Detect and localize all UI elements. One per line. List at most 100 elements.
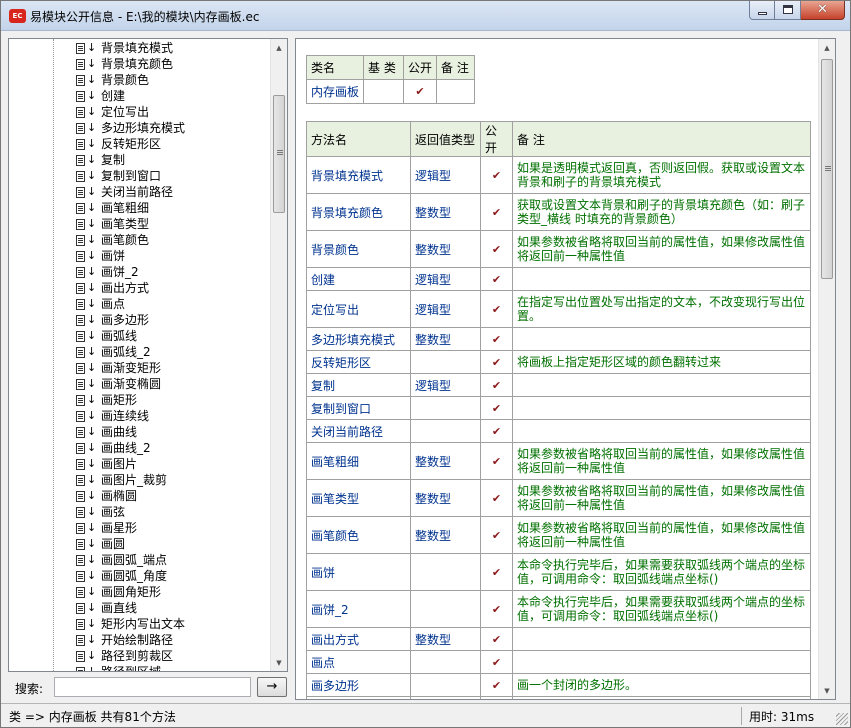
tree-item[interactable]: ↓ 画椭圆 (75, 488, 137, 504)
tree-item[interactable]: ↓ 画连续线 (75, 408, 149, 424)
tree-item[interactable]: ↓ 画弧线_2 (75, 344, 151, 360)
class-info-table: 类名 基 类 公开 备 注 内存画板 ✔ (306, 55, 475, 104)
method-header-note: 备 注 (512, 121, 811, 157)
tree-item[interactable]: ↓ 画笔粗细 (75, 200, 149, 216)
detail-scroll-thumb[interactable] (821, 59, 833, 279)
tree-item[interactable]: ↓ 画圆弧_角度 (75, 568, 167, 584)
window-controls: ✕ (749, 1, 845, 21)
method-row[interactable]: 背景填充颜色 整数型 ✔ 获取或设置文本背景和刷子的背景填充颜色（如：刷子类型_横线 … (306, 193, 811, 231)
method-name: 背景填充颜色 (306, 193, 411, 231)
tree-item[interactable]: ↓ 复制 (75, 152, 125, 168)
method-row[interactable]: 画笔颜色 整数型 ✔ 如果参数被省略将取回当前的属性值，如果修改属性值将返回前一种属性… (306, 516, 811, 554)
method-icon: ↓ (75, 137, 97, 151)
resize-grip-icon[interactable] (836, 713, 848, 725)
method-icon: ↓ (75, 633, 97, 647)
tree-item[interactable]: ↓ 画饼 (75, 248, 125, 264)
method-row[interactable]: 复制到窗口 ✔ (306, 396, 811, 420)
method-note (512, 650, 811, 674)
tree-item[interactable]: ↓ 画曲线_2 (75, 440, 151, 456)
method-tree[interactable]: ↓ 背景填充模式 ↓ 背景填充颜色 ↓ 背景颜色 ↓ 创建 ↓ 定位写出 ↓ 多边形填充模式 ↓ 反转矩形… (9, 39, 272, 671)
method-row[interactable]: 反转矩形区 ✔ 将画板上指定矩形区域的颜色翻转过来 (306, 350, 811, 374)
tree-item[interactable]: ↓ 画饼_2 (75, 264, 139, 280)
method-row[interactable]: 画点 ✔ (306, 650, 811, 674)
tree-item[interactable]: ↓ 画星形 (75, 520, 137, 536)
tree-item[interactable]: ↓ 画笔颜色 (75, 232, 149, 248)
method-note (512, 627, 811, 651)
tree-item[interactable]: ↓ 画渐变矩形 (75, 360, 161, 376)
method-table-header: 方法名 返回值类型 公开 备 注 (306, 121, 811, 157)
tree-item[interactable]: ↓ 开始绘制路径 (75, 632, 173, 648)
tree-item[interactable]: ↓ 关闭当前路径 (75, 184, 173, 200)
search-go-button[interactable]: → (257, 677, 287, 697)
tree-item[interactable]: ↓ 画笔类型 (75, 216, 149, 232)
method-icon: ↓ (75, 409, 97, 423)
method-row[interactable]: 画弧线 ✔本命令执行完毕后，如果需要获取弧线两个端点的坐标值，可调用命令：取回弧线… (306, 696, 811, 699)
tree-item[interactable]: ↓ 画出方式 (75, 280, 149, 296)
method-row[interactable]: 画饼 ✔ 本命令执行完毕后，如果需要获取弧线两个端点的坐标值，可调用命令：取回弧线端… (306, 553, 811, 591)
tree-item[interactable]: ↓ 创建 (75, 88, 125, 104)
tree-item[interactable]: ↓ 路径到剪裁区 (75, 648, 173, 664)
method-name: 画出方式 (306, 627, 411, 651)
tree-item-label: 背景填充模式 (101, 41, 174, 55)
tree-scroll-thumb[interactable] (273, 95, 285, 213)
method-icon: ↓ (75, 233, 97, 247)
tree-item[interactable]: ↓ 定位写出 (75, 104, 149, 120)
tree-item[interactable]: ↓ 画曲线 (75, 424, 137, 440)
scroll-up-icon[interactable]: ▲ (819, 39, 835, 56)
method-icon: ↓ (75, 297, 97, 311)
method-row[interactable]: 多边形填充模式 整数型 ✔ (306, 327, 811, 351)
minimize-button[interactable] (749, 1, 775, 20)
tree-item[interactable]: ↓ 画圆角矩形 (75, 584, 161, 600)
method-row[interactable]: 画多边形 ✔ 画一个封闭的多边形。 (306, 673, 811, 697)
method-row[interactable]: 背景填充模式 逻辑型 ✔ 如果是透明模式返回真，否则返回假。获取或设置文本背景和刷子的… (306, 156, 811, 194)
tree-item[interactable]: ↓ 背景填充颜色 (75, 56, 173, 72)
tree-item[interactable]: ↓ 画图片_裁剪 (75, 472, 167, 488)
method-row[interactable]: 画笔类型 整数型 ✔ 如果参数被省略将取回当前的属性值，如果修改属性值将返回前一种属性… (306, 479, 811, 517)
method-row[interactable]: 画饼_2 ✔ 本命令执行完毕后，如果需要获取弧线两个端点的坐标值，可调用命令：取回弧… (306, 590, 811, 628)
tree-item[interactable]: ↓ 画圆弧_端点 (75, 552, 167, 568)
maximize-button[interactable] (775, 1, 801, 20)
search-input[interactable] (54, 677, 251, 697)
method-row[interactable]: 定位写出 逻辑型 ✔ 在指定写出位置处写出指定的文本，不改变现行写出位置。 (306, 290, 811, 328)
tree-item[interactable]: ↓ 画多边形 (75, 312, 149, 328)
tree-item[interactable]: ↓ 多边形填充模式 (75, 120, 185, 136)
tree-item[interactable]: ↓ 画矩形 (75, 392, 137, 408)
method-icon: ↓ (75, 601, 97, 615)
method-row[interactable]: 复制 逻辑型 ✔ (306, 373, 811, 397)
tree-item[interactable]: ↓ 画点 (75, 296, 125, 312)
tree-item[interactable]: ↓ 反转矩形区 (75, 136, 161, 152)
tree-item[interactable]: ↓ 画圆 (75, 536, 125, 552)
method-row[interactable]: 关闭当前路径 ✔ (306, 419, 811, 443)
tree-item[interactable]: ↓ 复制到窗口 (75, 168, 161, 184)
method-row[interactable]: 创建 逻辑型 ✔ (306, 267, 811, 291)
tree-scrollbar[interactable]: ▲ ▼ (270, 39, 287, 671)
tree-item-label: 背景填充颜色 (101, 57, 174, 71)
method-return-type (410, 590, 481, 628)
tree-item[interactable]: ↓ 画弦 (75, 504, 125, 520)
tree-item[interactable]: ↓ 画渐变椭圆 (75, 376, 161, 392)
method-row[interactable]: 画笔粗细 整数型 ✔ 如果参数被省略将取回当前的属性值，如果修改属性值将返回前一种属性… (306, 442, 811, 480)
tree-item[interactable]: ↓ 矩形内写出文本 (75, 616, 185, 632)
tree-item[interactable]: ↓ 画弧线 (75, 328, 137, 344)
close-button[interactable]: ✕ (801, 1, 845, 20)
method-row[interactable]: 画出方式 整数型 ✔ (306, 627, 811, 651)
tree-item-label: 画笔粗细 (101, 201, 150, 215)
scroll-down-icon[interactable]: ▼ (271, 654, 287, 671)
tree-item[interactable]: ↓ 背景颜色 (75, 72, 149, 88)
tree-item[interactable]: ↓ 路径到区域 (75, 664, 161, 671)
check-icon: ✔ (480, 650, 513, 674)
tree-item[interactable]: ↓ 背景填充模式 (75, 40, 173, 56)
method-name: 背景颜色 (306, 230, 411, 268)
title-bar[interactable]: ЕС 易模块公开信息 - E:\我的模块\内存画板.ec ✕ (1, 1, 850, 31)
scroll-up-icon[interactable]: ▲ (271, 39, 287, 56)
method-return-type: 逻辑型 (410, 290, 481, 328)
detail-scrollbar[interactable]: ▲ ▼ (818, 39, 835, 699)
method-icon: ↓ (75, 377, 97, 391)
method-row[interactable]: 背景颜色 整数型 ✔ 如果参数被省略将取回当前的属性值，如果修改属性值将返回前一种属性… (306, 230, 811, 268)
tree-item-label: 画星形 (101, 521, 138, 535)
tree-item-label: 画曲线 (101, 425, 138, 439)
scroll-down-icon[interactable]: ▼ (819, 682, 835, 699)
method-icon: ↓ (75, 441, 97, 455)
tree-item[interactable]: ↓ 画直线 (75, 600, 137, 616)
tree-item[interactable]: ↓ 画图片 (75, 456, 137, 472)
